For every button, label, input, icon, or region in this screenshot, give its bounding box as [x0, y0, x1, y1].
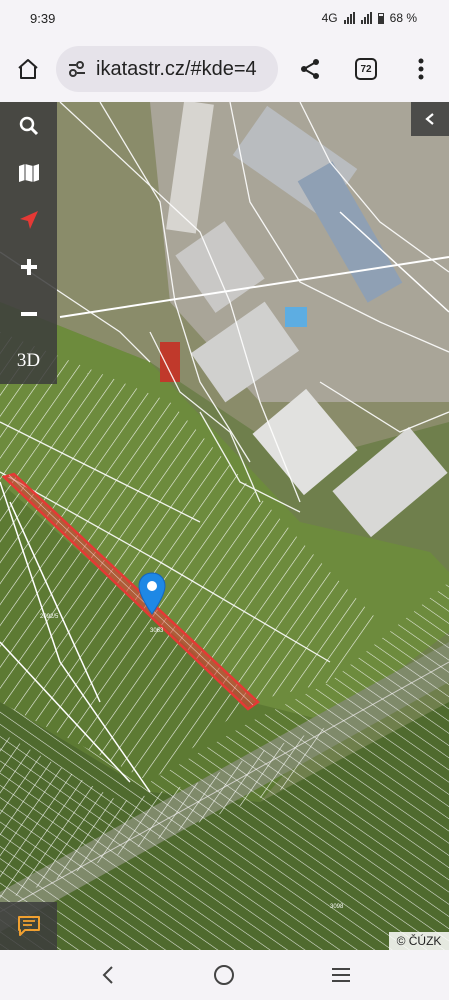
location-marker-icon[interactable]	[138, 572, 166, 616]
browser-menu-button[interactable]	[408, 55, 434, 83]
cadastral-map[interactable]: 2092/5 3063 3098	[0, 102, 449, 950]
3d-label: 3D	[16, 349, 41, 371]
battery-icon	[377, 12, 384, 24]
signal-icon-2	[360, 12, 372, 24]
battery-level: 68 %	[389, 11, 417, 25]
3d-view-button[interactable]: 3D	[0, 337, 57, 384]
svg-text:2092/5: 2092/5	[40, 614, 59, 620]
home-button[interactable]	[14, 55, 42, 83]
locate-icon	[19, 210, 38, 229]
nav-recents-button[interactable]	[321, 955, 361, 995]
more-vert-icon	[418, 58, 424, 80]
map-layers-button[interactable]	[0, 149, 57, 196]
home-icon	[18, 59, 38, 79]
svg-text:3098: 3098	[330, 904, 344, 910]
recents-nav-icon	[331, 968, 350, 982]
tabs-icon: 72	[355, 58, 377, 80]
system-nav-bar	[0, 950, 449, 1000]
tabs-button[interactable]: 72	[352, 56, 380, 82]
site-settings-icon	[69, 61, 85, 77]
panel-toggle-button[interactable]	[411, 102, 449, 136]
map-icon	[18, 163, 39, 182]
svg-text:3063: 3063	[150, 628, 164, 634]
zoom-in-icon	[20, 258, 37, 275]
back-nav-icon	[102, 966, 113, 984]
map-base: 2092/5 3063 3098	[0, 102, 449, 950]
tab-count: 72	[360, 63, 372, 75]
status-time: 9:39	[30, 10, 56, 26]
search-icon	[19, 116, 38, 135]
feedback-icon	[17, 916, 40, 936]
url-text: ikatastr.cz/#kde=4	[96, 57, 257, 80]
network-type: 4G	[321, 11, 338, 25]
status-bar: 9:39 4G 68 %	[0, 0, 449, 36]
status-indicators: 4G 68 %	[322, 11, 417, 25]
share-button[interactable]	[296, 55, 324, 83]
chevron-left-icon	[425, 113, 434, 125]
zoom-in-button[interactable]	[0, 243, 57, 290]
map-attribution[interactable]: © ČÚZK	[389, 932, 449, 950]
share-icon	[301, 59, 319, 79]
signal-icon	[343, 12, 355, 24]
address-bar[interactable]: ikatastr.cz/#kde=4	[56, 46, 278, 92]
feedback-button[interactable]	[0, 902, 57, 950]
map-toolbar: 3D	[0, 102, 57, 384]
nav-back-button[interactable]	[88, 955, 128, 995]
home-nav-icon	[214, 965, 235, 985]
locate-button[interactable]	[0, 196, 57, 243]
zoom-out-button[interactable]	[0, 290, 57, 337]
browser-toolbar: ikatastr.cz/#kde=4 72	[0, 36, 449, 102]
zoom-out-icon	[20, 311, 37, 316]
search-button[interactable]	[0, 102, 57, 149]
nav-home-button[interactable]	[204, 955, 244, 995]
